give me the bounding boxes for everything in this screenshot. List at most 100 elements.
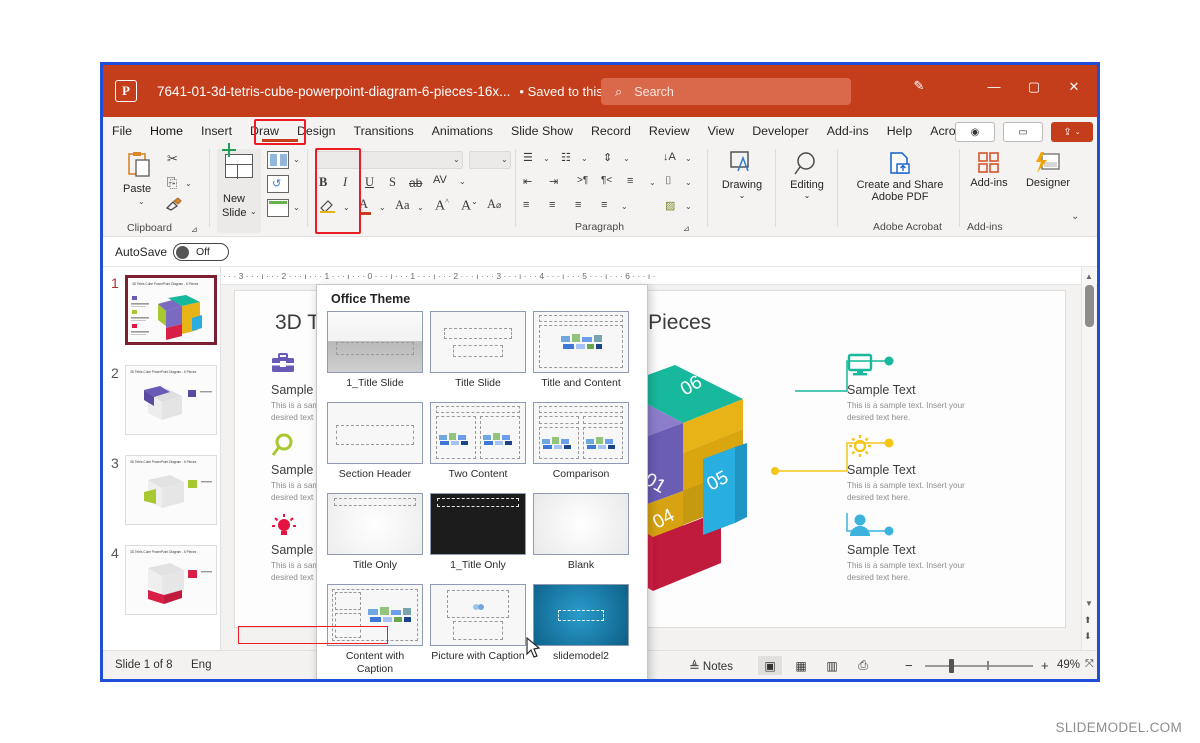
shrink-font-button[interactable]: A⌄ (461, 197, 478, 215)
chevron-down-icon[interactable]: ⌄ (417, 203, 424, 212)
close-button[interactable]: ✕ (1061, 79, 1087, 95)
chevron-down-icon[interactable]: ⌄ (250, 207, 257, 216)
scroll-down-arrow[interactable]: ▼ (1085, 599, 1093, 608)
rtl-direction-button[interactable]: >¶ (577, 175, 588, 186)
chevron-down-icon[interactable]: ⌄ (685, 202, 692, 211)
maximize-button[interactable]: ▢ (1021, 79, 1047, 95)
layout-title-and-content[interactable]: Title and Content (533, 311, 629, 390)
reset-button[interactable]: ↺ (267, 175, 289, 193)
scrollbar-thumb[interactable] (1085, 285, 1094, 327)
chevron-down-icon[interactable]: ⌄ (453, 155, 460, 164)
section-button[interactable] (267, 199, 289, 217)
zoom-level-label[interactable]: 49% (1057, 659, 1080, 671)
pen-icon[interactable]: ✎ (906, 78, 932, 94)
autosave-toggle[interactable]: Off (173, 243, 229, 261)
line-spacing-button[interactable]: ⇕ (603, 151, 612, 164)
zoom-slider-track[interactable] (925, 665, 1033, 667)
chevron-down-icon[interactable]: ⌄ (293, 155, 300, 164)
view-slide-sorter-button[interactable]: ▦ (789, 656, 813, 675)
tab-add-ins[interactable]: Add-ins (818, 118, 878, 144)
new-slide-gallery-dropdown[interactable]: Office Theme 1_Title Slide Title Slide T… (316, 284, 648, 679)
chevron-down-icon[interactable]: ⌄ (713, 191, 771, 200)
create-share-adobe-pdf-button[interactable]: Create and Share Adobe PDF (845, 151, 955, 203)
chevron-down-icon[interactable]: ⌄ (649, 178, 656, 187)
record-button[interactable]: ◉ (955, 122, 995, 142)
chevron-down-icon[interactable]: ⌄ (685, 178, 692, 187)
cut-icon[interactable]: ✂ (167, 151, 178, 167)
next-slide-button[interactable]: ⬇ (1084, 631, 1092, 642)
thumbnail-slide-3[interactable]: 3 3D Tetris Cube PowerPoint Diagram - 6 … (103, 455, 221, 545)
tab-slide-show[interactable]: Slide Show (502, 118, 582, 144)
layout-1-title-only[interactable]: 1_Title Only (430, 493, 526, 572)
layout-1-title-slide[interactable]: 1_Title Slide (327, 311, 423, 390)
document-filename[interactable]: 7641-01-3d-tetris-cube-powerpoint-diagra… (157, 84, 510, 99)
view-normal-button[interactable]: ▣ (758, 656, 782, 675)
layout-blank[interactable]: Blank (533, 493, 629, 572)
text-direction-button[interactable]: ⌷ (665, 175, 672, 188)
chevron-down-icon[interactable]: ⌄ (379, 203, 386, 212)
decrease-indent-button[interactable]: ⇤ (523, 175, 532, 188)
tab-review[interactable]: Review (640, 118, 699, 144)
tab-developer[interactable]: Developer (743, 118, 817, 144)
zoom-in-button[interactable]: + (1041, 658, 1049, 673)
grow-font-button[interactable]: A^ (435, 197, 449, 215)
editing-button[interactable]: Editing ⌄ (781, 151, 833, 200)
tab-help[interactable]: Help (878, 118, 921, 144)
format-painter-icon[interactable] (165, 197, 182, 214)
clear-formatting-button[interactable]: A⌀ (487, 197, 501, 212)
layout-button[interactable] (267, 151, 289, 169)
vertical-scrollbar[interactable]: ▲ ▼ ⬆ ⬇ (1081, 267, 1096, 650)
justify-button[interactable]: ≡ (601, 199, 607, 211)
layout-section-header[interactable]: Section Header (327, 402, 423, 481)
share-button[interactable]: ⇪ ⌄ (1051, 122, 1093, 142)
view-slide-show-button[interactable]: ⎙ (851, 656, 875, 675)
fit-to-window-button[interactable]: ⤧ (1085, 658, 1094, 671)
scroll-up-arrow[interactable]: ▲ (1085, 272, 1093, 281)
chevron-down-icon[interactable]: ⌄ (459, 177, 466, 186)
layout-comparison[interactable]: Comparison (533, 402, 629, 481)
layout-title-only[interactable]: Title Only (327, 493, 423, 572)
clipboard-dialog-launcher[interactable]: ⊿ (191, 225, 198, 234)
chevron-down-icon[interactable]: ⌄ (543, 154, 550, 163)
bullets-button[interactable]: ☰ (523, 151, 533, 164)
character-spacing-button[interactable]: AV (433, 174, 447, 186)
layout-title-slide[interactable]: Title Slide (430, 311, 526, 390)
convert-smartart-button[interactable]: ▨ (665, 199, 675, 212)
align-center-button[interactable]: ≡ (549, 199, 555, 211)
layout-slidemodel2[interactable]: slidemodel2 (533, 584, 629, 663)
comments-button[interactable]: ▭ (1003, 122, 1043, 142)
chevron-down-icon[interactable]: ⌄ (781, 191, 833, 200)
add-ins-button[interactable]: Add-ins (965, 151, 1013, 189)
chevron-down-icon[interactable]: ⌄ (685, 154, 692, 163)
view-reading-button[interactable]: ▥ (820, 656, 844, 675)
thumbnail-slide-2[interactable]: 2 3D Tetris Cube PowerPoint Diagram - 6 … (103, 365, 221, 455)
align-left-button[interactable]: ≡ (523, 199, 529, 211)
align-right-button[interactable]: ≡ (575, 199, 581, 211)
chevron-down-icon[interactable]: ⌄ (623, 154, 630, 163)
tab-view[interactable]: View (699, 118, 744, 144)
collapse-ribbon-button[interactable]: ⌄ (1071, 211, 1079, 222)
sort-button[interactable]: ↓A (663, 151, 676, 163)
slide-thumbnail-panel[interactable]: 1 3D Tetris Cube PowerPoint Diagram - 6 … (103, 267, 221, 650)
strikethrough-button[interactable]: S (389, 175, 396, 190)
thumbnail-slide-4[interactable]: 4 3D Tetris Cube PowerPoint Diagram - 6 … (103, 545, 221, 635)
chevron-down-icon[interactable]: ⌄ (501, 155, 508, 164)
new-slide-button[interactable]: New Slide ⌄ (217, 143, 261, 233)
designer-button[interactable]: Designer (1021, 151, 1075, 189)
drawing-button[interactable]: Drawing ⌄ (713, 151, 771, 200)
tab-insert[interactable]: Insert (192, 118, 241, 144)
slide-indicator[interactable]: Slide 1 of 8 (115, 659, 173, 671)
chevron-down-icon[interactable]: ⌄ (621, 202, 628, 211)
align-text-button[interactable]: ≡ (627, 175, 633, 187)
previous-slide-button[interactable]: ⬆ (1084, 615, 1092, 626)
thumbnail-image[interactable]: 3D Tetris Cube PowerPoint Diagram - 6 Pi… (125, 275, 217, 345)
chevron-down-icon[interactable]: ⌄ (138, 197, 145, 206)
paragraph-dialog-launcher[interactable]: ⊿ (683, 224, 690, 233)
chevron-down-icon[interactable]: ⌄ (581, 154, 588, 163)
paste-icon[interactable] (127, 151, 153, 181)
tab-record[interactable]: Record (582, 118, 640, 144)
tab-animations[interactable]: Animations (423, 118, 502, 144)
underline-button[interactable]: U (365, 175, 374, 190)
numbering-button[interactable]: ☷ (561, 151, 571, 164)
change-case-button[interactable]: Aa (395, 198, 410, 213)
